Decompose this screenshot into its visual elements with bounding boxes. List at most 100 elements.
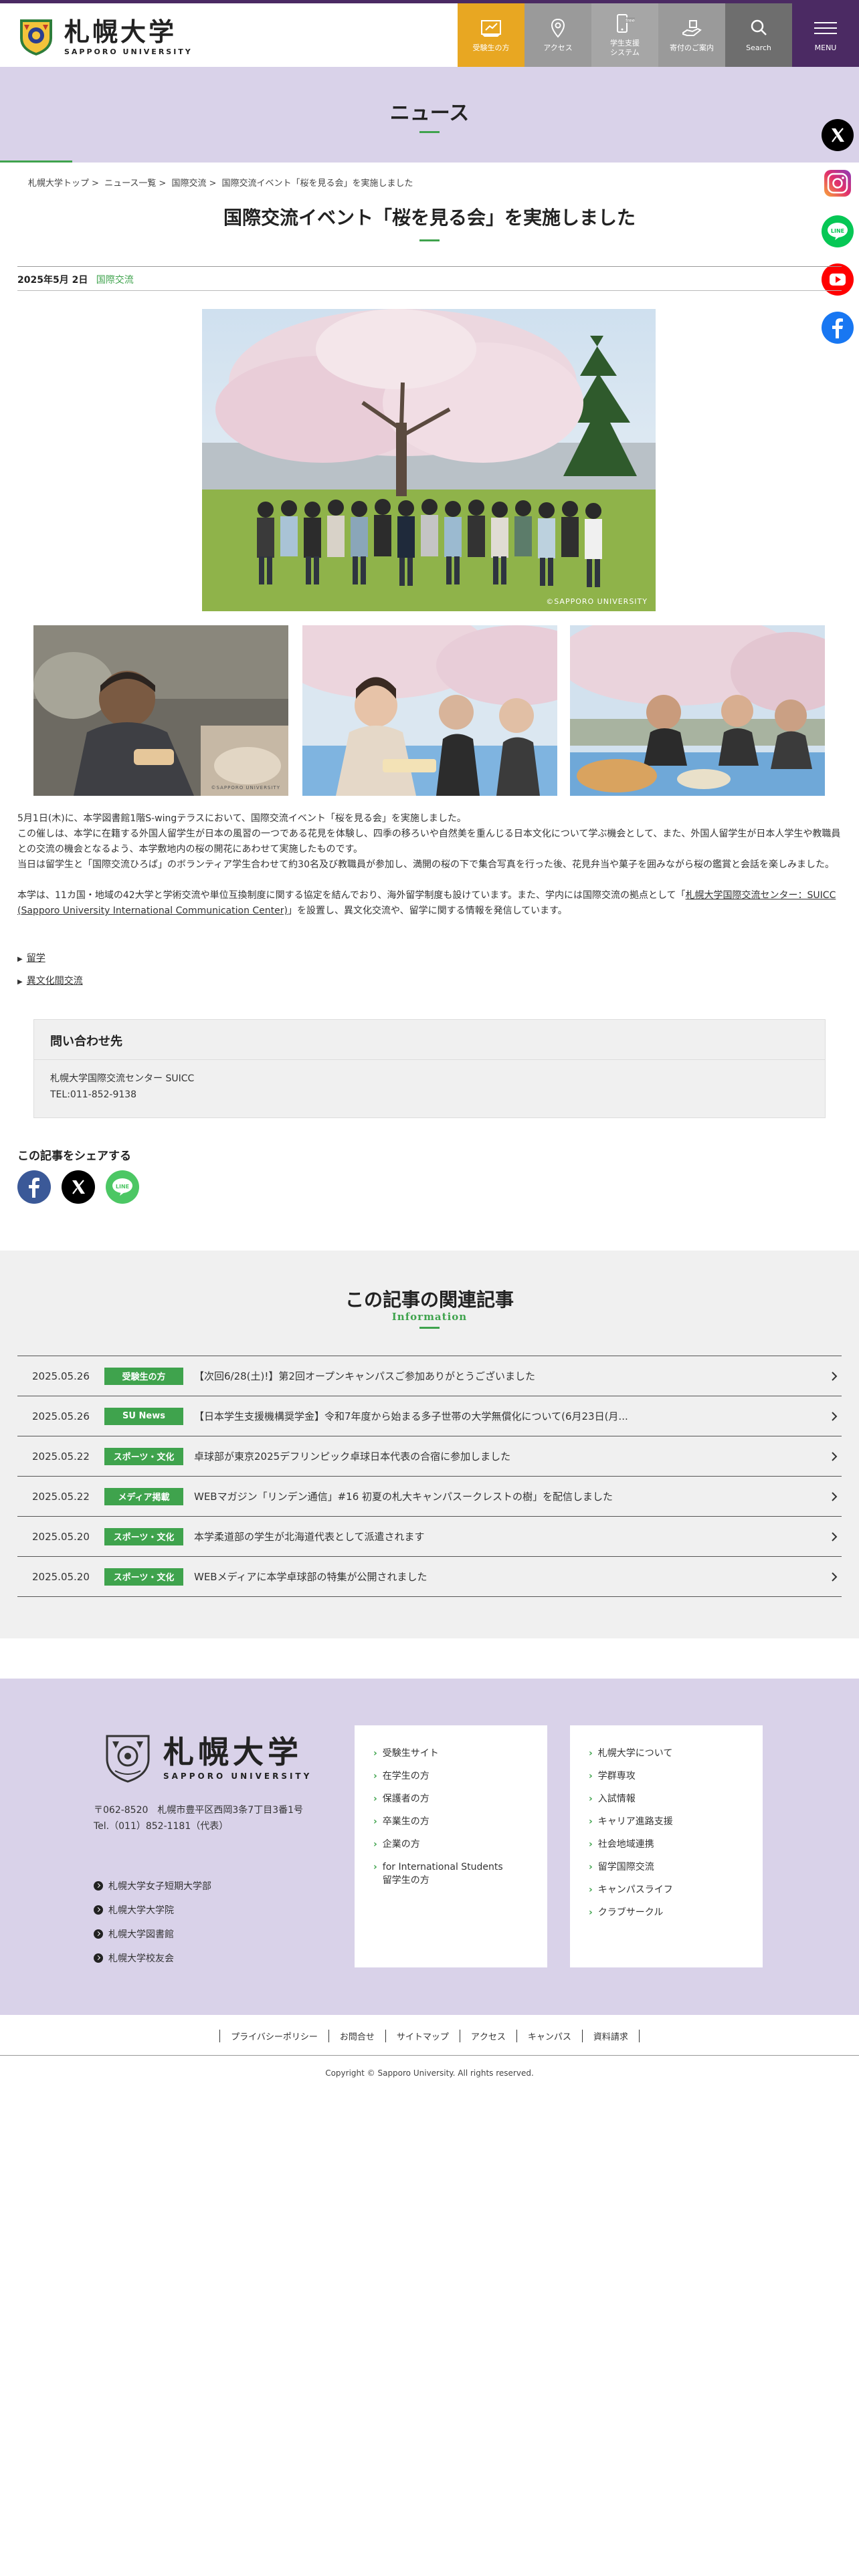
share-line-button[interactable]: LINE (106, 1170, 139, 1204)
sidebar-instagram-link[interactable] (822, 167, 854, 199)
article-paragraph: 当日は留学生と「国際交流ひろば」のボランティア学生合わせて約30名及び教職員が参… (17, 859, 834, 870)
photo-credit: ©SAPPORO UNIVERSITY (546, 597, 648, 606)
related-date: 2025.05.20 (32, 1530, 90, 1543)
page-title-band: ニュース (0, 67, 859, 160)
footer-panel-link[interactable]: › 在学生の方 (373, 1769, 547, 1783)
chevron-right-icon: › (589, 1794, 593, 1804)
chevron-right-icon: › (373, 1794, 377, 1804)
footer-logo-english: SAPPORO UNIVERSITY (163, 1772, 312, 1781)
footer-panel-link[interactable]: › 入試情報 (589, 1792, 763, 1806)
chevron-right-icon: › (589, 1816, 593, 1827)
bottom-link-brochure[interactable]: 資料請求 (581, 2030, 640, 2042)
footer-link-library[interactable]: 札幌大学図書館 (94, 1927, 211, 1941)
nav-donation[interactable]: 寄付のご案内 (658, 3, 725, 67)
related-date: 2025.05.26 (32, 1410, 90, 1422)
photo-student-eating: ©SAPPORO UNIVERSITY (33, 625, 288, 796)
article-date: 2025年5月 2日 (17, 275, 88, 286)
footer-panel-link[interactable]: › 企業の方 (373, 1838, 547, 1851)
footer-link-alumni[interactable]: 札幌大学校友会 (94, 1951, 211, 1965)
bottom-link-access[interactable]: アクセス (459, 2030, 516, 2042)
breadcrumb-news[interactable]: ニュース一覧 (104, 179, 159, 189)
footer-panel-link[interactable]: › 受験生サイト (373, 1747, 547, 1760)
footer-panel-link[interactable]: › 卒業生の方 (373, 1815, 547, 1828)
nav-access[interactable]: アクセス (524, 3, 591, 67)
university-emblem-icon (20, 19, 52, 56)
chevron-right-icon: › (589, 1839, 593, 1850)
chevron-right-icon (832, 1492, 838, 1501)
related-row[interactable]: 2025.05.22 メディア掲載 WEBマガジン「リンデン通信」#16 初夏の… (17, 1477, 842, 1517)
copyright: Copyright © Sapporo University. All righ… (325, 2068, 534, 2078)
article-title-accent-bar (419, 239, 440, 241)
sidebar-x-link[interactable] (822, 119, 854, 151)
meta-divider-top (17, 266, 842, 267)
footer-link-graduate-school[interactable]: 札幌大学大学院 (94, 1903, 211, 1917)
photo-students-picnic (570, 625, 825, 796)
bottom-link-campus[interactable]: キャンパス (516, 2030, 582, 2042)
bottom-divider (0, 2055, 859, 2056)
footer-panel-link[interactable]: › 学群専攻 (589, 1769, 763, 1783)
university-crest-icon (106, 1735, 150, 1783)
footer-info-panel: › 札幌大学について › 学群専攻 › 入試情報 › キャリア進路支援 › 社会地域連携 … (570, 1725, 763, 1967)
related-accent-bar (419, 1327, 440, 1329)
logo-english: SAPPORO UNIVERSITY (64, 47, 193, 56)
chevron-right-icon (832, 1452, 838, 1461)
footer-panel-link[interactable]: › 保護者の方 (373, 1792, 547, 1806)
related-headline: 本学柔道部の学生が北海道代表として派遣されます (194, 1531, 425, 1543)
related-category-badge: 受験生の方 (104, 1367, 183, 1385)
share-buttons: LINE (17, 1170, 150, 1204)
chevron-right-icon: › (589, 1907, 593, 1918)
smartphone-icon: free (617, 13, 635, 33)
footer-address-block: 〒062-8520 札幌市豊平区西岡3条7丁目3番1号 Tel.（011）852… (94, 1802, 303, 1834)
tag-intercultural-exchange[interactable]: ▶ 異文化間交流 (17, 974, 83, 987)
article-meta: 2025年5月 2日 国際交流 (17, 273, 134, 286)
breadcrumb-top[interactable]: 札幌大学トップ (28, 179, 92, 189)
footer-panel-link[interactable]: › 留学国際交流 (589, 1860, 763, 1874)
related-headline: WEBマガジン「リンデン通信」#16 初夏の札大キャンパスークレストの樹」を配信… (194, 1491, 613, 1503)
nav-student-support-system[interactable]: free 学生支援 システム (591, 3, 658, 67)
arrow-circle-icon (94, 1905, 103, 1915)
bottom-link-privacy[interactable]: プライバシーポリシー (219, 2030, 328, 2042)
footer-panel-link[interactable]: › キャンパスライフ (589, 1883, 763, 1897)
related-row[interactable]: 2025.05.20 スポーツ・文化 本学柔道部の学生が北海道代表として派遣され… (17, 1517, 842, 1557)
breadcrumb-international[interactable]: 国際交流 (171, 179, 209, 189)
line-icon: LINE (106, 1170, 139, 1204)
article-category-link[interactable]: 国際交流 (96, 275, 134, 286)
sidebar-facebook-link[interactable] (822, 312, 854, 344)
triangle-right-icon: ▶ (17, 978, 23, 986)
footer-panel-link[interactable]: › 札幌大学について (589, 1747, 763, 1760)
footer-audience-panel: › 受験生サイト › 在学生の方 › 保護者の方 › 卒業生の方 › 企業の方 › for … (355, 1725, 547, 1967)
footer-logo[interactable]: 札幌大学 SAPPORO UNIVERSITY (100, 1731, 312, 1786)
search-icon (751, 19, 767, 35)
bottom-link-sitemap[interactable]: サイトマップ (385, 2030, 460, 2042)
related-row[interactable]: 2025.05.26 SU News 【日本学生支援機構奨学金】令和7年度から始… (17, 1396, 842, 1436)
related-row[interactable]: 2025.05.22 スポーツ・文化 卓球部が東京2025デフリンピック卓球日本… (17, 1436, 842, 1477)
tag-study-abroad[interactable]: ▶ 留学 (17, 951, 83, 964)
footer-link-junior-college[interactable]: 札幌大学女子短期大学部 (94, 1879, 211, 1893)
footer-panel-link[interactable]: › キャリア進路支援 (589, 1815, 763, 1828)
share-x-button[interactable] (62, 1170, 95, 1204)
svg-text:free: free (626, 18, 635, 23)
site-logo[interactable]: 札幌大学 SAPPORO UNIVERSITY (15, 15, 193, 58)
nav-search[interactable]: Search (725, 3, 792, 67)
footer-panel-link[interactable]: › クラブサークル (589, 1906, 763, 1919)
related-row[interactable]: 2025.05.26 受験生の方 【次回6/28(土)!】第2回オープンキャンパ… (17, 1356, 842, 1396)
nav-label: 受験生の方 (472, 43, 510, 52)
chevron-right-icon: › (373, 1748, 377, 1759)
site-footer: 札幌大学 SAPPORO UNIVERSITY 〒062-8520 札幌市豊平区… (0, 1679, 859, 2015)
logo-japanese: 札幌大学 (64, 16, 177, 47)
bottom-link-contact[interactable]: お問合せ (328, 2030, 385, 2042)
related-row[interactable]: 2025.05.20 スポーツ・文化 WEBメディアに本学卓球部の特集が公開され… (17, 1557, 842, 1597)
chevron-right-icon: › (373, 1862, 377, 1872)
footer-panel-link[interactable]: › 社会地域連携 (589, 1838, 763, 1851)
nav-menu-button[interactable]: MENU (792, 3, 859, 67)
bottom-links: プライバシーポリシー お問合せ サイトマップ アクセス キャンパス 資料請求 (0, 2030, 859, 2042)
related-date: 2025.05.22 (32, 1490, 90, 1503)
related-date: 2025.05.22 (32, 1450, 90, 1463)
nav-prospective-students[interactable]: 受験生の方 (458, 3, 524, 67)
related-headline: 【次回6/28(土)!】第2回オープンキャンパスご参加ありがとうございました (194, 1370, 536, 1382)
photo-students-peace-sign (302, 625, 557, 796)
nav-label: 学生支援 システム (610, 38, 640, 57)
arrow-circle-icon (94, 1881, 103, 1891)
share-facebook-button[interactable] (17, 1170, 51, 1204)
footer-panel-link[interactable]: › for International Students 留学生の方 (373, 1860, 547, 1887)
